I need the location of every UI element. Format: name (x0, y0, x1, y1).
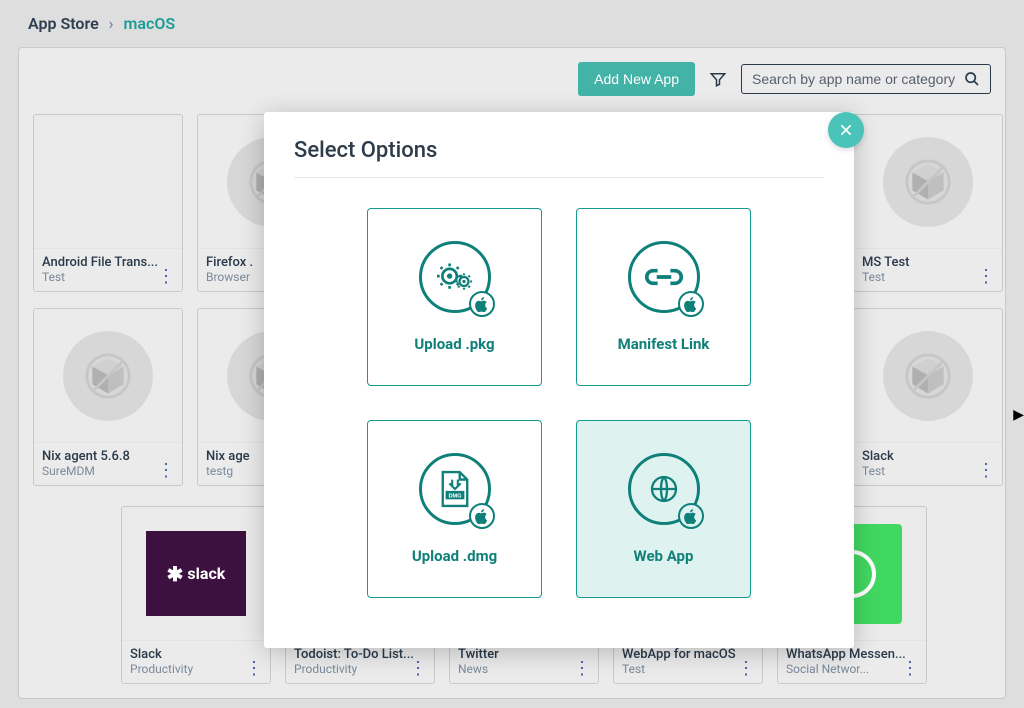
app-category: Test (862, 270, 885, 284)
more-menu-icon[interactable]: ⋮ (901, 664, 918, 674)
modal-title: Select Options (294, 138, 824, 163)
box-icon (883, 331, 973, 421)
option-icon: DMG (419, 453, 491, 525)
app-title: Slack (130, 647, 262, 662)
app-footer: SlackTest ⋮ (854, 442, 1002, 485)
app-thumb (854, 309, 1002, 442)
add-new-app-button[interactable]: Add New App (578, 62, 695, 96)
app-category: SureMDM (42, 464, 95, 478)
apple-icon (678, 503, 704, 529)
search-icon (964, 71, 980, 87)
search-input[interactable] (752, 71, 964, 87)
options-grid: Upload .pkg Manifest Link DMG Upload .dmg We… (294, 208, 824, 598)
app-title: Slack (862, 449, 994, 464)
close-button[interactable] (828, 112, 864, 148)
more-menu-icon[interactable]: ⋮ (157, 272, 174, 282)
app-category: Test (42, 270, 65, 284)
app-footer: Nix agent 5.6.8SureMDM ⋮ (34, 442, 182, 485)
option-label: Upload .pkg (414, 335, 494, 353)
app-card[interactable]: MS TestTest ⋮ (853, 114, 1003, 292)
breadcrumb: App Store › macOS (0, 0, 1024, 47)
select-options-modal: Select Options Upload .pkg Manifest Link D… (264, 112, 854, 648)
app-thumb: ✱slack (122, 507, 270, 640)
more-menu-icon[interactable]: ⋮ (409, 664, 426, 674)
app-title: WhatsApp Messen... (786, 647, 918, 662)
apple-icon (469, 291, 495, 317)
option-link[interactable]: Manifest Link (576, 208, 751, 386)
app-title: Nix agent 5.6.8 (42, 449, 174, 464)
chevron-right-icon: › (109, 14, 114, 33)
app-card[interactable]: Nix agent 5.6.8SureMDM ⋮ (33, 308, 183, 486)
expand-handle[interactable]: ▶ (1013, 407, 1024, 423)
slack-logo: ✱slack (146, 531, 246, 616)
toolbar: Add New App (33, 62, 991, 96)
app-title: WebApp for macOS (622, 647, 754, 662)
option-label: Manifest Link (618, 335, 710, 353)
divider (294, 177, 824, 178)
app-card[interactable]: Android File Trans...Test ⋮ (33, 114, 183, 292)
option-label: Web App (634, 547, 694, 565)
option-globe[interactable]: Web App (576, 420, 751, 598)
option-icon (628, 453, 700, 525)
app-title: Twitter (458, 647, 590, 662)
more-menu-icon[interactable]: ⋮ (157, 466, 174, 476)
box-icon (63, 331, 153, 421)
breadcrumb-current: macOS (123, 14, 175, 33)
svg-text:DMG: DMG (448, 493, 462, 499)
filter-icon[interactable] (709, 70, 727, 88)
option-dmg[interactable]: DMG Upload .dmg (367, 420, 542, 598)
app-card[interactable]: SlackTest ⋮ (853, 308, 1003, 486)
app-thumb (34, 115, 182, 248)
option-icon (419, 241, 491, 313)
app-thumb (854, 115, 1002, 248)
more-menu-icon[interactable]: ⋮ (977, 466, 994, 476)
app-title: Android File Trans... (42, 255, 174, 270)
app-category: Test (622, 662, 645, 676)
app-title: Todoist: To-Do List... (294, 647, 426, 662)
more-menu-icon[interactable]: ⋮ (737, 664, 754, 674)
app-category: News (458, 662, 488, 676)
apple-icon (469, 503, 495, 529)
more-menu-icon[interactable]: ⋮ (573, 664, 590, 674)
app-footer: Android File Trans...Test ⋮ (34, 248, 182, 291)
app-title: MS Test (862, 255, 994, 270)
search-box[interactable] (741, 64, 991, 94)
option-icon (628, 241, 700, 313)
close-icon (838, 122, 854, 138)
option-gears[interactable]: Upload .pkg (367, 208, 542, 386)
more-menu-icon[interactable]: ⋮ (977, 272, 994, 282)
app-category: Social Networ... (786, 662, 869, 676)
app-card[interactable]: ✱slack SlackProductivity ⋮ (121, 506, 271, 684)
more-menu-icon[interactable]: ⋮ (245, 664, 262, 674)
app-category: Productivity (294, 662, 357, 676)
apple-icon (678, 291, 704, 317)
box-icon (883, 137, 973, 227)
app-category: Browser (206, 270, 250, 284)
app-footer: SlackProductivity ⋮ (122, 640, 270, 683)
breadcrumb-root[interactable]: App Store (28, 14, 99, 33)
app-category: Productivity (130, 662, 193, 676)
app-category: testg (206, 464, 233, 478)
app-footer: MS TestTest ⋮ (854, 248, 1002, 291)
app-thumb (34, 309, 182, 442)
option-label: Upload .dmg (412, 547, 497, 565)
app-category: Test (862, 464, 885, 478)
